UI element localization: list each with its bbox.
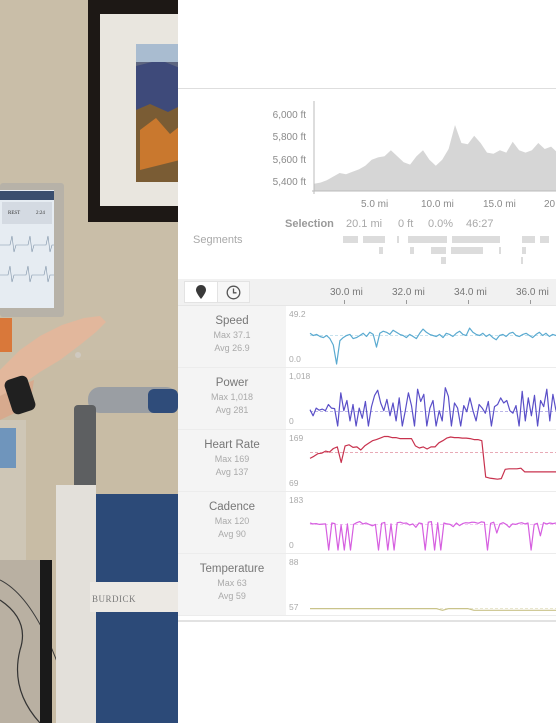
metric-name: Cadence xyxy=(208,501,256,513)
segment-bar[interactable] xyxy=(410,247,414,254)
selection-grade: 0.0% xyxy=(428,218,454,230)
segment-bar[interactable] xyxy=(451,247,483,254)
segment-bar[interactable] xyxy=(397,236,399,243)
metric-name: Power xyxy=(215,377,249,389)
elev-x-tick: 5.0 mi xyxy=(361,199,389,210)
cadence-chart[interactable] xyxy=(308,492,556,554)
distance-tick-label: 36.0 mi xyxy=(516,287,549,298)
segment-bar[interactable] xyxy=(499,247,501,254)
photo-ecg-treadmill: REST 2:24 BURDICK xyxy=(0,0,178,723)
segments-label: Segments xyxy=(193,234,243,246)
metric-avg: Avg 281 xyxy=(215,405,249,415)
metric-max: Max 37.1 xyxy=(213,330,251,340)
segment-bar[interactable] xyxy=(521,257,523,264)
metric-y-max: 49.2 xyxy=(289,309,306,319)
distance-tick-label: 30.0 mi xyxy=(330,287,363,298)
heart-rate-chart[interactable] xyxy=(308,430,556,492)
map-pin-icon xyxy=(195,285,206,299)
segment-bar[interactable] xyxy=(522,236,535,243)
selection-label: Selection xyxy=(285,218,334,230)
metric-label-cell: Cadence Max 120 Avg 90 xyxy=(178,492,286,553)
elev-x-tick: 10.0 mi xyxy=(421,199,454,210)
metric-avg: Avg 26.9 xyxy=(214,343,250,353)
distance-mode-button[interactable] xyxy=(185,282,217,302)
distance-tick xyxy=(406,300,407,304)
selection-gain: 0 ft xyxy=(398,218,414,230)
metric-row-power[interactable]: Power Max 1,018 Avg 281 1,018 0 xyxy=(178,368,556,430)
chart-toolbar: 30.0 mi 32.0 mi 34.0 mi 36.0 mi xyxy=(178,279,556,306)
elev-y-tick: 5,600 ft xyxy=(272,155,306,166)
metric-max: Max 169 xyxy=(214,454,250,464)
distance-tick xyxy=(344,300,345,304)
elevation-area xyxy=(314,125,556,191)
distance-tick xyxy=(530,300,531,304)
metric-avg: Avg 90 xyxy=(218,529,246,539)
segment-bar[interactable] xyxy=(408,236,447,243)
metric-y-min: 69 xyxy=(289,478,299,488)
segment-bar[interactable] xyxy=(431,247,446,254)
metric-y-max: 169 xyxy=(289,433,304,443)
time-mode-button[interactable] xyxy=(216,282,249,302)
elevation-plot[interactable] xyxy=(312,101,556,201)
metric-row-cadence[interactable]: Cadence Max 120 Avg 90 183 0 xyxy=(178,492,556,554)
segment-bar[interactable] xyxy=(522,247,526,254)
monitor-stage-label: REST xyxy=(8,211,20,216)
selection-time: 46:27 xyxy=(466,218,494,230)
metric-max: Max 120 xyxy=(214,516,250,526)
segment-bar[interactable] xyxy=(441,257,446,264)
elev-x-tick: 15.0 mi xyxy=(483,199,516,210)
elev-y-tick: 5,400 ft xyxy=(272,177,306,188)
monitor-time: 2:24 xyxy=(36,211,45,216)
metric-avg: Avg 137 xyxy=(215,467,249,477)
metric-y-max: 88 xyxy=(289,557,299,567)
metric-line xyxy=(309,521,556,551)
metric-line xyxy=(309,327,556,365)
view-mode-toggle xyxy=(184,281,250,303)
metric-y-min: 0 xyxy=(289,416,294,426)
elev-y-tick: 5,800 ft xyxy=(272,132,306,143)
segment-bar[interactable] xyxy=(343,236,358,243)
metric-name: Heart Rate xyxy=(204,439,260,451)
power-chart[interactable] xyxy=(308,368,556,430)
metric-row-heart-rate[interactable]: Heart Rate Max 169 Avg 137 169 69 xyxy=(178,430,556,492)
divider xyxy=(178,620,556,622)
elev-x-tick: 20 xyxy=(544,199,556,210)
metric-max: Max 63 xyxy=(217,578,247,588)
metric-row-temperature[interactable]: Temperature Max 63 Avg 59 88 57 xyxy=(178,554,556,616)
distance-tick xyxy=(468,300,469,304)
metric-max: Max 1,018 xyxy=(210,392,254,402)
metric-line xyxy=(309,435,556,480)
metric-row-speed[interactable]: Speed Max 37.1 Avg 26.9 49.2 0.0 xyxy=(178,306,556,368)
distance-tick-label: 32.0 mi xyxy=(392,287,425,298)
metric-label-cell: Temperature Max 63 Avg 59 xyxy=(178,554,286,615)
segment-bar[interactable] xyxy=(379,247,383,254)
segment-bar[interactable] xyxy=(452,236,500,243)
selection-distance: 20.1 mi xyxy=(346,218,383,230)
selection-summary: Selection 20.1 mi 0 ft 0.0% 46:27 xyxy=(178,218,556,232)
metric-line xyxy=(310,608,556,611)
metric-avg: Avg 59 xyxy=(218,591,246,601)
clock-icon xyxy=(226,285,241,299)
temperature-chart[interactable] xyxy=(308,554,556,616)
metric-label-cell: Speed Max 37.1 Avg 26.9 xyxy=(178,306,286,367)
distance-tick-label: 34.0 mi xyxy=(454,287,487,298)
metric-line xyxy=(309,387,556,427)
metric-name: Temperature xyxy=(199,563,265,575)
speed-chart[interactable] xyxy=(308,306,556,368)
metric-label-cell: Power Max 1,018 Avg 281 xyxy=(178,368,286,429)
segment-bar[interactable] xyxy=(363,236,385,243)
treadmill-brand: BURDICK xyxy=(92,594,136,604)
metric-y-min: 0 xyxy=(289,540,294,550)
metric-y-max: 183 xyxy=(289,495,304,505)
elevation-chart[interactable]: 6,000 ft 5,800 ft 5,600 ft 5,400 ft 5.0 … xyxy=(178,89,556,279)
elev-y-tick: 6,000 ft xyxy=(272,110,306,121)
segment-bar[interactable] xyxy=(540,236,549,243)
photo-illustration: REST 2:24 BURDICK xyxy=(0,0,178,723)
activity-analysis-panel: 6,000 ft 5,800 ft 5,600 ft 5,400 ft 5.0 … xyxy=(178,0,556,723)
metric-name: Speed xyxy=(215,315,249,327)
metric-label-cell: Heart Rate Max 169 Avg 137 xyxy=(178,430,286,491)
metric-y-min: 0.0 xyxy=(289,354,301,364)
metric-y-min: 57 xyxy=(289,602,299,612)
